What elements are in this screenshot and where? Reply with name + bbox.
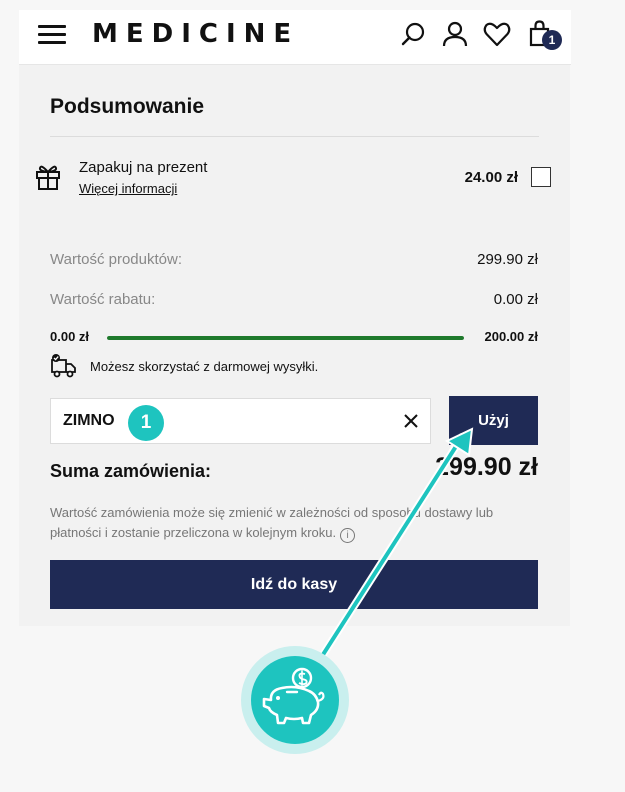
- site-logo[interactable]: MEDICINE: [92, 19, 299, 49]
- delivery-truck-icon: [51, 354, 76, 378]
- site-header: MEDICINE 1: [19, 10, 571, 65]
- gift-wrap-price: 24.00 zł: [464, 169, 518, 186]
- piggy-bank-coin-icon: [262, 667, 325, 725]
- gift-wrap-checkbox[interactable]: [531, 167, 551, 187]
- divider: [50, 136, 539, 137]
- clear-coupon-close-icon[interactable]: [400, 410, 422, 432]
- price-change-note: Wartość zamówienia może się zmienić w za…: [50, 503, 540, 543]
- cart-count-badge: 1: [542, 30, 562, 50]
- order-total-value: 299.90 zł: [435, 453, 538, 481]
- order-total-label: Suma zamówienia:: [50, 461, 212, 481]
- discount-value-label: Wartość rabatu:: [50, 291, 156, 308]
- gift-wrap-label: Zapakuj na prezent: [79, 159, 208, 176]
- price-change-note-text: Wartość zamówienia może się zmienić w za…: [50, 505, 494, 540]
- free-shipping-progress-bar: [107, 336, 464, 340]
- free-shipping-progress-fill: [107, 336, 464, 340]
- products-value-label: Wartość produktów:: [50, 251, 182, 268]
- shipping-progress-max: 200.00 zł: [484, 329, 539, 344]
- account-icon[interactable]: [441, 20, 469, 48]
- menu-icon[interactable]: [38, 24, 66, 46]
- gift-more-info-link[interactable]: Więcej informacji: [79, 181, 177, 196]
- products-value-amount: 299.90 zł: [477, 251, 538, 268]
- gift-icon: [36, 165, 60, 190]
- discount-value-amount: 0.00 zł: [493, 291, 538, 308]
- search-icon[interactable]: [400, 20, 428, 48]
- summary-title: Podsumowanie: [50, 95, 205, 118]
- coupon-code-value: ZIMNO: [63, 412, 115, 429]
- free-shipping-message: Możesz skorzystać z darmowej wysyłki.: [90, 359, 319, 374]
- info-icon[interactable]: i: [340, 528, 356, 543]
- coupon-code-input[interactable]: ZIMNO: [50, 398, 431, 444]
- shipping-progress-min: 0.00 zł: [50, 329, 90, 344]
- order-summary-panel: Podsumowanie Zapakuj na prezent Więcej i…: [19, 65, 570, 626]
- checkout-button[interactable]: Idź do kasy: [50, 560, 538, 609]
- step-number-badge: 1: [128, 405, 164, 441]
- apply-coupon-button[interactable]: Użyj: [449, 396, 538, 445]
- wishlist-heart-icon[interactable]: [483, 20, 511, 48]
